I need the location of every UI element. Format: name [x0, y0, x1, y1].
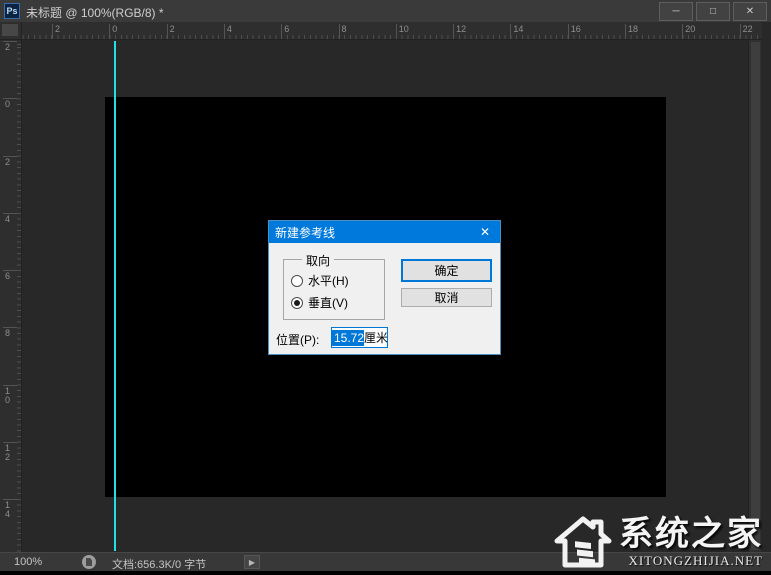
ruler-left-label: 6: [3, 270, 17, 281]
ruler-corner: [0, 22, 22, 40]
position-input[interactable]: 15.72 厘米: [331, 327, 388, 348]
position-unit: 厘米: [364, 331, 388, 345]
document-title: 未标题 @ 100%(RGB/8) *: [26, 6, 164, 20]
ruler-left-label: 8: [3, 327, 17, 338]
ruler-top-label: 8: [338, 24, 347, 39]
ruler-top-label: 14: [510, 24, 524, 39]
watermark: 系统之家 XITONGZHIJIA.NET: [553, 515, 763, 569]
close-button[interactable]: ✕: [733, 2, 767, 21]
watermark-site-url: XITONGZHIJIA.NET: [628, 553, 763, 568]
position-value-selected: 15.72: [332, 329, 365, 346]
ruler-left-label: 4: [3, 212, 17, 224]
document-size-info: 文档:656.3K/0 字节: [112, 559, 207, 571]
ruler-top-label: 22: [739, 24, 753, 39]
vertical-guide-line[interactable]: [114, 41, 116, 551]
ruler-left-label: 14: [3, 499, 17, 519]
dialog-title: 新建参考线: [275, 225, 336, 240]
position-label: 位置(P):: [276, 333, 320, 347]
bottom-border: [0, 571, 771, 575]
dialog-close-icon[interactable]: ✕: [470, 221, 500, 243]
ruler-left-label: 0: [3, 98, 17, 109]
house-logo-icon: [554, 516, 612, 568]
orientation-groupbox: 取向 水平(H) 垂直(V): [283, 252, 385, 320]
ruler-top-label: 10: [395, 24, 409, 39]
photoshop-app-icon: Ps: [4, 3, 20, 19]
ruler-corner-box: [2, 24, 18, 36]
vertical-ruler: 2 0 2 4 6 8 10 12 14: [0, 40, 22, 552]
minimize-button[interactable]: ─: [659, 2, 693, 21]
maximize-button[interactable]: □: [696, 2, 730, 21]
new-guide-dialog: 新建参考线 ✕ 取向 水平(H) 垂直(V) 确定 取消 位置(P): 15.7…: [268, 220, 501, 355]
ruler-top-label: 0: [109, 24, 118, 39]
photoshop-window: Ps 未标题 @ 100%(RGB/8) * ─ □ ✕ 2 0 2 4 6 8 10 12 1…: [0, 0, 771, 575]
ruler-left-label: 10: [3, 384, 17, 405]
window-controls: ─ □ ✕: [659, 2, 767, 21]
dialog-titlebar[interactable]: 新建参考线 ✕: [269, 221, 500, 243]
radio-circle-icon[interactable]: [291, 296, 303, 309]
radio-vertical-label: 垂直(V): [308, 296, 348, 310]
ruler-left-label: 2: [3, 41, 17, 52]
ruler-top-label: 2: [166, 24, 175, 39]
ruler-left-label: 12: [3, 441, 17, 462]
document-status-icon: [82, 555, 96, 569]
vertical-scrollbar-thumb[interactable]: [751, 42, 760, 550]
ruler-top-label: 18: [624, 24, 639, 39]
status-flyout-arrow-icon[interactable]: ▶: [244, 555, 260, 569]
horizontal-ruler-ticks: [22, 35, 762, 39]
cancel-button[interactable]: 取消: [401, 288, 492, 307]
horizontal-ruler: 2 0 2 4 6 8 10 12 14 16 18 20 22: [22, 22, 762, 40]
radio-horizontal-label: 水平(H): [308, 274, 349, 288]
zoom-level[interactable]: 100%: [14, 556, 42, 568]
ruler-left-label: 2: [3, 155, 17, 167]
ruler-top-label: 12: [453, 24, 467, 39]
app-titlebar: Ps 未标题 @ 100%(RGB/8) * ─ □ ✕: [0, 0, 771, 23]
watermark-text: 系统之家 XITONGZHIJIA.NET: [619, 517, 763, 569]
radio-vertical[interactable]: 垂直(V): [291, 294, 348, 311]
orientation-legend: 取向: [302, 252, 335, 269]
ruler-top-label: 16: [567, 24, 581, 39]
ruler-top-label: 20: [682, 24, 696, 39]
ruler-top-label: 2: [51, 24, 61, 39]
radio-circle-icon[interactable]: [291, 274, 303, 287]
vertical-scrollbar[interactable]: [748, 40, 761, 552]
ok-button[interactable]: 确定: [401, 259, 492, 282]
watermark-site-name: 系统之家: [619, 515, 763, 553]
ruler-top-label: 6: [281, 24, 290, 39]
ruler-top-label: 4: [223, 24, 232, 39]
radio-horizontal[interactable]: 水平(H): [291, 272, 349, 289]
vertical-ruler-ticks: [17, 40, 21, 552]
